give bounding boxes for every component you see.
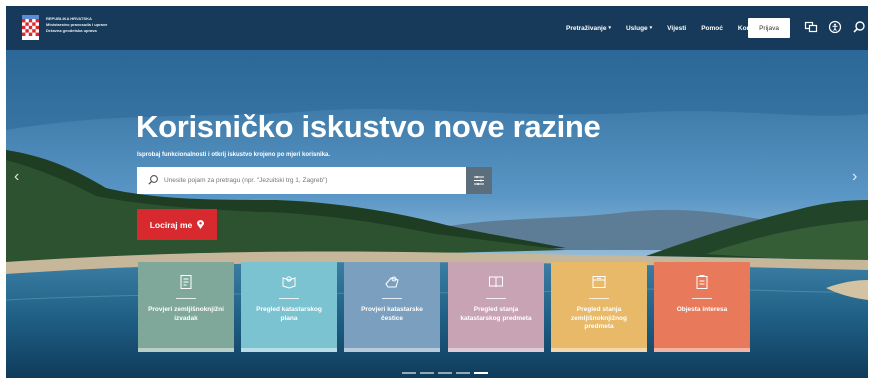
document-icon <box>180 275 192 289</box>
browser-viewport: REPUBLIKA HRVATSKA Ministarstvo pravosuđ… <box>6 6 868 378</box>
tile-label: Pregled stanja zemljišnoknjižnog predmet… <box>571 306 627 330</box>
tile-divider <box>589 298 609 299</box>
org-line-3: Državna geodetska uprava <box>46 28 97 33</box>
accessibility-icon[interactable] <box>828 20 842 34</box>
tile-label: Provjeri zemljišnoknjižni izvadak <box>148 306 224 322</box>
carousel-dot[interactable] <box>420 372 434 374</box>
tile-footer-bar <box>654 348 750 352</box>
carousel-dot[interactable] <box>456 372 470 374</box>
chevron-down-icon: ▾ <box>649 25 653 31</box>
tile-divider <box>382 298 402 299</box>
carousel-dot[interactable] <box>402 372 416 374</box>
locate-me-button[interactable]: Lociraj me <box>137 209 217 240</box>
map-pin-icon <box>282 276 296 289</box>
tile-zemljisnoknjizni-predmet[interactable]: Pregled stanja zemljišnoknjižnog predmet… <box>551 262 647 352</box>
organization-name[interactable]: REPUBLIKA HRVATSKA Ministarstvo pravosuđ… <box>46 16 107 34</box>
nav-item-pretrazivanje[interactable]: Pretraživanje ▾ <box>566 25 611 32</box>
nav-item-vijesti[interactable]: Vijesti <box>667 25 686 32</box>
tile-label: Pregled katastarskog plana <box>256 306 322 322</box>
parcel-icon <box>385 276 399 288</box>
chevron-down-icon: ▾ <box>608 25 611 31</box>
search-icon[interactable] <box>852 20 866 34</box>
nav-item-usluge[interactable]: Usluge ▾ <box>626 25 652 32</box>
tile-footer-bar <box>448 348 544 352</box>
folder-icon <box>592 276 606 288</box>
search-bar <box>137 167 466 194</box>
language-icon[interactable] <box>804 20 818 34</box>
tile-footer-bar <box>241 348 337 352</box>
clipboard-icon <box>696 275 708 289</box>
tile-divider <box>486 298 506 299</box>
carousel-next-arrow-icon[interactable]: › <box>852 168 857 186</box>
search-icon <box>148 175 158 185</box>
tile-katastarski-predmet[interactable]: Pregled stanja katastarskog predmeta <box>448 262 544 352</box>
map-pin-icon <box>197 220 205 229</box>
tile-label: Provjeri katastarske čestice <box>361 306 423 322</box>
nav-item-pomoc[interactable]: Pomoć <box>701 25 723 32</box>
filter-list-icon <box>474 176 484 185</box>
carousel-dot[interactable] <box>438 372 452 374</box>
hero-headline: Korisničko iskustvo nove razine <box>136 109 601 144</box>
carousel-prev-arrow-icon[interactable]: ‹ <box>14 168 19 186</box>
search-input[interactable] <box>164 167 459 194</box>
nav-label: Usluge <box>625 24 648 32</box>
top-navigation-bar: REPUBLIKA HRVATSKA Ministarstvo pravosuđ… <box>6 6 868 50</box>
login-button[interactable]: Prijava <box>748 18 790 38</box>
tile-divider <box>279 298 299 299</box>
nav-label: Pomoć <box>701 24 723 32</box>
tile-katastarske-cestice[interactable]: Provjeri katastarske čestice <box>344 262 440 352</box>
tile-katastarski-plan[interactable]: Pregled katastarskog plana <box>241 262 337 352</box>
tile-objesta-interesa[interactable]: Objesta interesa <box>654 262 750 352</box>
tile-zemljisnoknjizni-izvadak[interactable]: Provjeri zemljišnoknjižni izvadak <box>138 262 234 352</box>
tile-divider <box>692 298 712 299</box>
tile-footer-bar <box>551 348 647 352</box>
locate-me-label: Lociraj me <box>149 219 193 230</box>
tile-footer-bar <box>344 348 440 352</box>
tile-label: Pregled stanja katastarskog predmeta <box>460 306 532 322</box>
tile-divider <box>176 298 196 299</box>
main-nav: Pretraživanje▾ Usluge▾ Vijesti Pomoć Kon… <box>566 6 777 50</box>
carousel-dot-active[interactable] <box>474 372 488 374</box>
tile-footer-bar <box>138 348 234 352</box>
filter-button[interactable] <box>466 167 492 194</box>
carousel-indicators <box>402 372 488 374</box>
tile-label: Objesta interesa <box>676 306 728 313</box>
book-icon <box>489 276 503 288</box>
croatia-coat-of-arms-icon[interactable] <box>22 15 39 40</box>
nav-label: Vijesti <box>667 24 687 32</box>
hero-subline: Isprobaj funkcionalnosti i otkrij iskust… <box>137 152 331 158</box>
nav-label: Pretraživanje <box>566 24 607 32</box>
